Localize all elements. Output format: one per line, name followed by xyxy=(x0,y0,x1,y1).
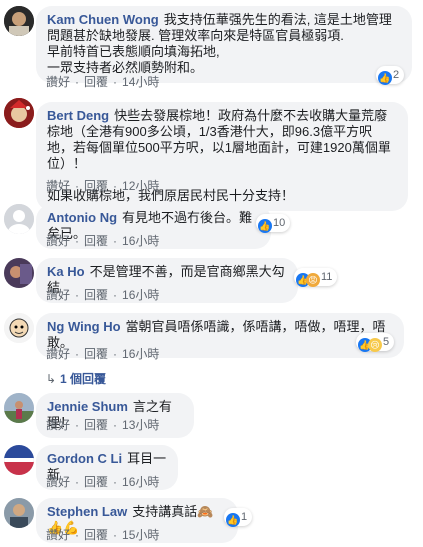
like-link[interactable]: 讚好 xyxy=(46,346,70,362)
comment-actions: 讚好 · 回覆 · 14小時 xyxy=(46,74,160,90)
view-replies-link[interactable]: ↳ 1 個回覆 xyxy=(46,370,106,387)
comment-actions: 讚好 · 回覆 · 16小時 xyxy=(46,474,160,490)
avatar-photo-icon xyxy=(4,393,34,423)
like-link[interactable]: 讚好 xyxy=(46,178,70,194)
avatar[interactable] xyxy=(4,393,34,423)
default-avatar-icon xyxy=(4,204,34,234)
reaction-count[interactable]: 👍😢 5 xyxy=(356,333,395,352)
comment-actions: 讚好 · 回覆 · 13小時 xyxy=(46,417,160,433)
comment-actions: 讚好 · 回覆 · 15小時 xyxy=(46,527,160,543)
like-link[interactable]: 讚好 xyxy=(46,417,70,433)
avatar[interactable] xyxy=(4,258,34,288)
avatar-photo-icon xyxy=(4,258,34,288)
avatar[interactable] xyxy=(4,445,34,475)
comment-actions: 讚好 · 回覆 · 16小時 xyxy=(46,287,160,303)
reply-link[interactable]: 回覆 xyxy=(84,527,108,543)
comment-actions: 讚好 · 回覆 · 16小時 xyxy=(46,233,160,249)
comment-actions: 讚好 · 回覆 · 12小時 xyxy=(46,178,160,194)
angry-reaction-icon: 😡 xyxy=(306,273,320,287)
reply-link[interactable]: 回覆 xyxy=(84,346,108,362)
comment-bubble: Bert Deng 快些去發展棕地！政府為什麼不去收購大量荒廢棕地（全港有900多… xyxy=(36,102,408,211)
comment-time[interactable]: 16小時 xyxy=(122,233,159,249)
sad-reaction-icon: 😢 xyxy=(368,338,382,352)
reaction-count[interactable]: 👍😡 11 xyxy=(294,268,338,287)
comment-time[interactable]: 16小時 xyxy=(122,287,159,303)
reply-link[interactable]: 回覆 xyxy=(84,74,108,90)
cartoon-avatar-icon xyxy=(4,313,34,343)
comment-time[interactable]: 16小時 xyxy=(122,346,159,362)
commenter-name[interactable]: Jennie Shum xyxy=(47,399,128,414)
comment-time[interactable]: 13小時 xyxy=(122,417,159,433)
reaction-count[interactable]: 👍 1 xyxy=(224,508,253,527)
commenter-name[interactable]: Bert Deng xyxy=(47,108,109,123)
reply-link[interactable]: 回覆 xyxy=(84,233,108,249)
avatar[interactable] xyxy=(4,498,34,528)
like-link[interactable]: 讚好 xyxy=(46,474,70,490)
like-reaction-icon: 👍 xyxy=(258,219,272,233)
comment-actions: 讚好 · 回覆 · 16小時 xyxy=(46,346,160,362)
reply-link[interactable]: 回覆 xyxy=(84,178,108,194)
like-link[interactable]: 讚好 xyxy=(46,527,70,543)
commenter-name[interactable]: Ng Wing Ho xyxy=(47,319,121,334)
comment-bubble: Kam Chuen Wong 我支持伍華强先生的看法, 這是土地管理問題甚於缺地發… xyxy=(36,6,412,83)
reply-link[interactable]: 回覆 xyxy=(84,474,108,490)
avatar-photo-icon xyxy=(4,98,34,128)
like-link[interactable]: 讚好 xyxy=(46,74,70,90)
like-link[interactable]: 讚好 xyxy=(46,287,70,303)
commenter-name[interactable]: Stephen Law xyxy=(47,504,127,519)
commenter-name[interactable]: Gordon C Li xyxy=(47,451,122,466)
commenter-name[interactable]: Ka Ho xyxy=(47,264,85,279)
reply-arrow-icon: ↳ xyxy=(46,372,57,386)
avatar[interactable] xyxy=(4,98,34,128)
comment-time[interactable]: 14小時 xyxy=(122,74,159,90)
like-reaction-icon: 👍 xyxy=(378,71,392,85)
reply-link[interactable]: 回覆 xyxy=(84,417,108,433)
comment-time[interactable]: 15小時 xyxy=(122,527,159,543)
like-reaction-icon: 👍 xyxy=(226,513,240,527)
commenter-name[interactable]: Antonio Ng xyxy=(47,210,117,225)
avatar-photo-icon xyxy=(4,498,34,528)
avatar-photo-icon xyxy=(4,6,34,36)
avatar[interactable] xyxy=(4,313,34,343)
reaction-count[interactable]: 👍 10 xyxy=(256,214,291,233)
avatar[interactable] xyxy=(4,204,34,234)
reply-link[interactable]: 回覆 xyxy=(84,287,108,303)
comment-time[interactable]: 12小時 xyxy=(122,178,159,194)
avatar-photo-icon xyxy=(4,445,34,475)
avatar[interactable] xyxy=(4,6,34,36)
comment-time[interactable]: 16小時 xyxy=(122,474,159,490)
commenter-name[interactable]: Kam Chuen Wong xyxy=(47,12,159,27)
reaction-count[interactable]: 👍 2 xyxy=(376,66,405,85)
like-link[interactable]: 讚好 xyxy=(46,233,70,249)
